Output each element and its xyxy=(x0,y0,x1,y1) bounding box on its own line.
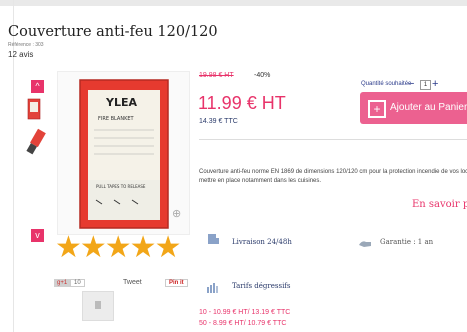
old-price: 19.98 € HT xyxy=(199,72,234,79)
thumbnail-product-front[interactable] xyxy=(27,98,41,125)
quantity-label: Quantité souhaitée xyxy=(361,81,412,87)
google-plus-button[interactable]: g+1 xyxy=(54,279,71,287)
add-to-cart-button[interactable]: + Ajouter au Panier xyxy=(360,92,467,124)
price-ttc: 14.39 € TTC xyxy=(199,118,238,125)
quantity-input[interactable]: 1 xyxy=(420,80,431,90)
tweet-button[interactable]: Tweet xyxy=(123,279,142,286)
thumbnail-up-arrow[interactable]: ^ xyxy=(31,80,44,93)
thumbnail-down-arrow[interactable]: v xyxy=(31,229,44,242)
product-title: Couverture anti-feu 120/120 xyxy=(8,24,218,40)
packaging-subtitle: FIRE BLANKET xyxy=(98,116,135,122)
social-widget-placeholder xyxy=(82,291,114,321)
product-description: Couverture anti-feu norme EN 1869 de dim… xyxy=(199,169,467,184)
cart-add-icon: + xyxy=(368,100,386,118)
add-to-cart-label: Ajouter au Panier xyxy=(390,102,467,113)
main-product-image[interactable]: YLEA FIRE BLANKET PULL TAPES TO RELEASE xyxy=(57,71,190,235)
packaging-note: PULL TAPES TO RELEASE xyxy=(96,184,146,189)
rating-stars: ★★★★★ xyxy=(55,231,181,264)
tier-price-50: 50 - 8.99 € HT/ 10.79 € TTC xyxy=(199,320,287,327)
thumbnail-product-open[interactable] xyxy=(24,126,46,163)
tiered-pricing-title: Tarifs dégressifs xyxy=(232,282,291,290)
reviews-count-link[interactable]: 12 avis xyxy=(8,50,33,59)
quantity-decrease-button[interactable]: − xyxy=(408,78,414,90)
price-ht: 11.99 € HT xyxy=(198,93,286,113)
zoom-icon[interactable]: ⊕ xyxy=(172,207,181,220)
delivery-text: Livraison 24/48h xyxy=(232,238,292,246)
warranty-text: Garantie : 1 an xyxy=(380,238,434,246)
product-reference: Référence : 303 xyxy=(8,42,44,48)
learn-more-link[interactable]: En savoir plus xyxy=(412,199,467,210)
google-plus-count: 10 xyxy=(70,279,85,287)
quantity-increase-button[interactable]: + xyxy=(432,78,438,90)
packaging-brand: YLEA xyxy=(105,96,137,109)
discount-badge: -40% xyxy=(254,72,271,79)
warranty-hand-icon xyxy=(358,236,372,254)
pinterest-button[interactable]: Pin it xyxy=(165,279,188,287)
section-divider xyxy=(199,139,467,140)
tier-price-10: 10 - 10.99 € HT/ 13.19 € TTC xyxy=(199,309,291,316)
bar-chart-icon xyxy=(206,280,220,298)
delivery-truck-icon xyxy=(206,232,220,251)
top-strip xyxy=(0,0,467,6)
